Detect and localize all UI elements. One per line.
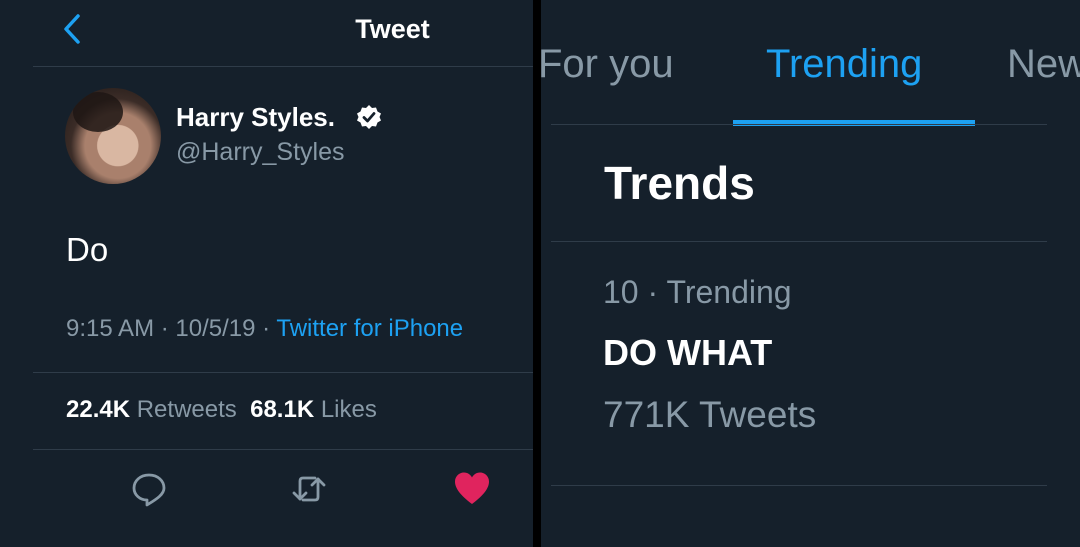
verified-badge-icon [357, 105, 381, 129]
trend-rank-label[interactable]: 10 · Trending [603, 274, 792, 311]
divider [551, 124, 1047, 125]
retweets-label[interactable]: Retweets [137, 396, 237, 423]
divider [33, 449, 533, 450]
avatar[interactable] [65, 88, 161, 184]
section-title: Trends [604, 157, 755, 209]
reply-icon[interactable] [129, 469, 169, 509]
divider [551, 241, 1047, 242]
tweet-source-link[interactable]: Twitter for iPhone [276, 315, 463, 342]
tweet-timestamp: 9:15 AM · 10/5/19 · [66, 315, 277, 342]
tweet-stats: 22.4K Retweets 68.1K Likes [66, 396, 377, 424]
active-tab-indicator [733, 120, 975, 126]
page-title: Tweet [355, 14, 430, 44]
explore-panel: For you Trending News Trends 10 · Trendi… [541, 0, 1080, 547]
heart-icon[interactable] [452, 469, 492, 509]
tweet-text: Do [66, 231, 109, 268]
retweets-count[interactable]: 22.4K [66, 396, 130, 423]
tab-news[interactable]: News [1007, 42, 1080, 87]
trend-tweet-count[interactable]: 771K Tweets [603, 394, 816, 436]
tweet-detail-panel: Tweet Harry Styles. @Harry_Styles Do 9:1… [0, 0, 533, 547]
divider [33, 372, 533, 373]
trend-name[interactable]: DO WHAT [603, 332, 772, 374]
likes-label[interactable]: Likes [321, 396, 377, 423]
tweet-meta: 9:15 AM · 10/5/19 · Twitter for iPhone [66, 315, 463, 343]
tweet-nav-bar: Tweet [0, 0, 533, 66]
divider [551, 485, 1047, 486]
retweet-icon[interactable] [289, 469, 329, 509]
likes-count[interactable]: 68.1K [250, 396, 314, 423]
divider [33, 66, 533, 67]
tab-for-you[interactable]: For you [541, 42, 674, 87]
author-name[interactable]: Harry Styles. [176, 102, 335, 133]
author-handle: @Harry_Styles [176, 138, 345, 166]
tab-trending[interactable]: Trending [766, 42, 922, 87]
